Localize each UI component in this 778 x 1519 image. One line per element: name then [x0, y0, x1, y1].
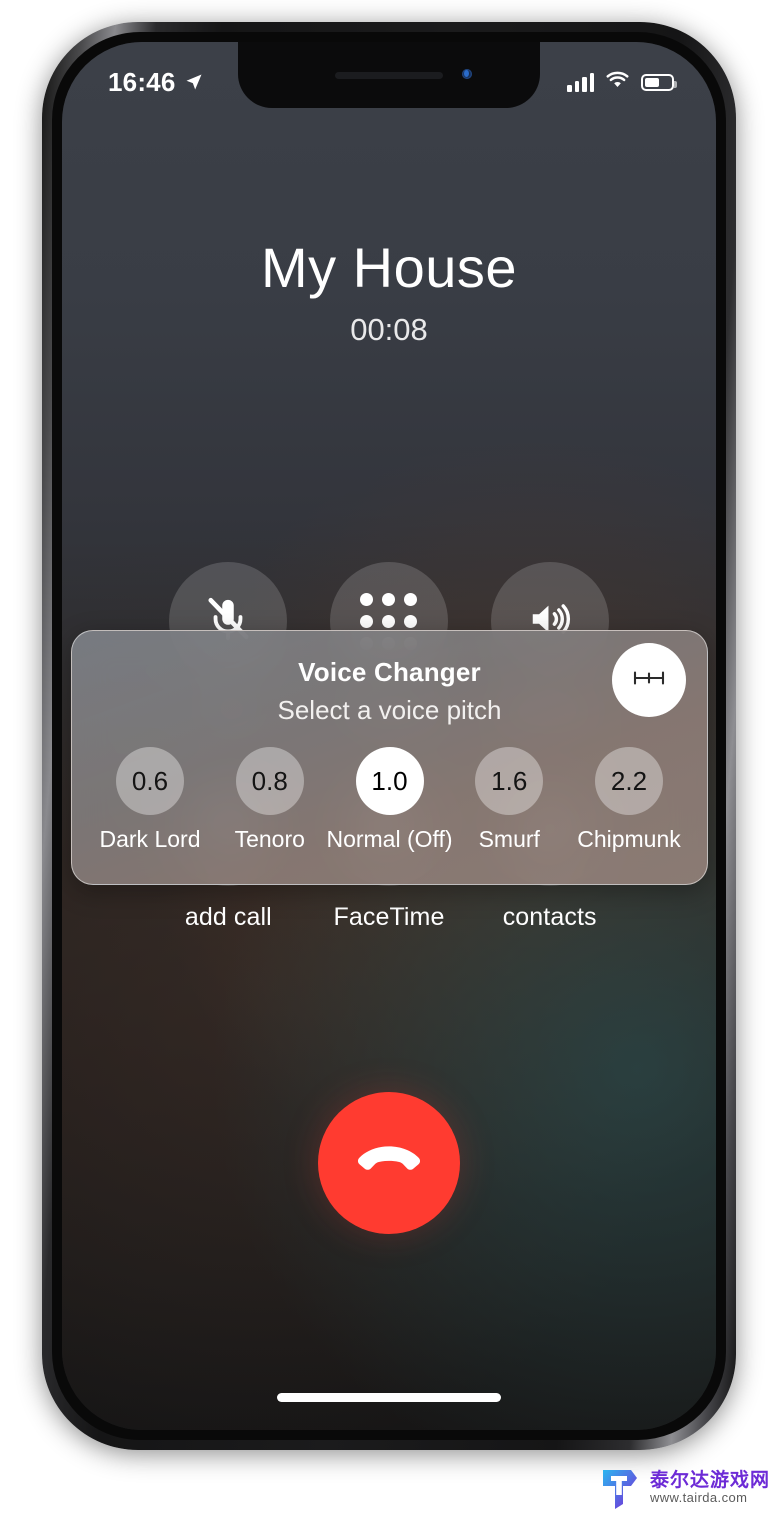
screenshot-root: 16:46 My House 00:08 add call FaceTime c… [0, 0, 778, 1519]
voice-pitch-label: Smurf [478, 826, 540, 852]
voice-pitch-label: Tenoro [234, 826, 305, 852]
wifi-icon [605, 70, 630, 94]
phone-screen: 16:46 My House 00:08 add call FaceTime c… [62, 42, 716, 1430]
voice-pitch-value: 0.8 [235, 747, 304, 815]
location-arrow-icon [184, 72, 204, 92]
pitch-slider-icon [629, 666, 669, 695]
voice-pitch-label: Dark Lord [99, 826, 201, 852]
voice-changer-toggle-button[interactable] [612, 643, 686, 717]
voice-pitch-options: 0.6 Dark Lord 0.8 Tenoro 1.0 Normal (Off… [72, 726, 707, 853]
voice-pitch-label: Chipmunk [577, 826, 681, 852]
voice-pitch-option-normal[interactable]: 1.0 Normal (Off) [326, 747, 453, 853]
call-action-label: contacts [502, 903, 597, 931]
end-call-row [62, 1092, 716, 1234]
voice-pitch-value: 0.6 [116, 747, 184, 815]
voice-pitch-value: 1.6 [475, 747, 544, 815]
callee-name: My House [260, 236, 518, 299]
status-bar-clock: 16:46 [108, 66, 176, 97]
call-duration: 00:08 [350, 312, 428, 348]
voice-changer-subtitle: Select a voice pitch [277, 695, 502, 725]
cellular-signal-icon [567, 72, 594, 92]
voice-pitch-option-tenoro[interactable]: 0.8 Tenoro [214, 747, 326, 853]
voice-changer-header: Voice Changer Select a voice pitch [72, 631, 707, 726]
watermark-url: www.tairda.com [649, 1490, 748, 1506]
call-action-label: add call [184, 903, 272, 931]
call-action-label: FaceTime [333, 903, 445, 931]
site-watermark: 泰尔达游戏网 www.tairda.com [597, 1465, 770, 1511]
watermark-brand: 泰尔达游戏网 [649, 1470, 770, 1492]
end-call-button[interactable] [318, 1092, 460, 1234]
voice-pitch-option-dark-lord[interactable]: 0.6 Dark Lord [94, 747, 206, 853]
status-bar-left: 16:46 [108, 67, 204, 98]
voice-pitch-value: 2.2 [595, 747, 663, 815]
voice-changer-panel: Voice Changer Select a voice pitch 0.6 D… [71, 630, 708, 885]
status-bar: 16:46 [62, 42, 716, 108]
call-info: My House 00:08 [62, 236, 716, 348]
watermark-logo-icon [597, 1465, 643, 1511]
voice-pitch-option-chipmunk[interactable]: 2.2 Chipmunk [573, 747, 685, 853]
watermark-text: 泰尔达游戏网 www.tairda.com [650, 1470, 770, 1506]
voice-pitch-value: 1.0 [355, 747, 424, 815]
voice-pitch-option-smurf[interactable]: 1.6 Smurf [453, 747, 565, 853]
voice-pitch-label: Normal (Off) [326, 826, 453, 852]
home-indicator[interactable] [277, 1393, 501, 1402]
phone-down-icon [350, 1122, 428, 1205]
status-bar-right [567, 70, 677, 94]
battery-icon [641, 73, 677, 91]
